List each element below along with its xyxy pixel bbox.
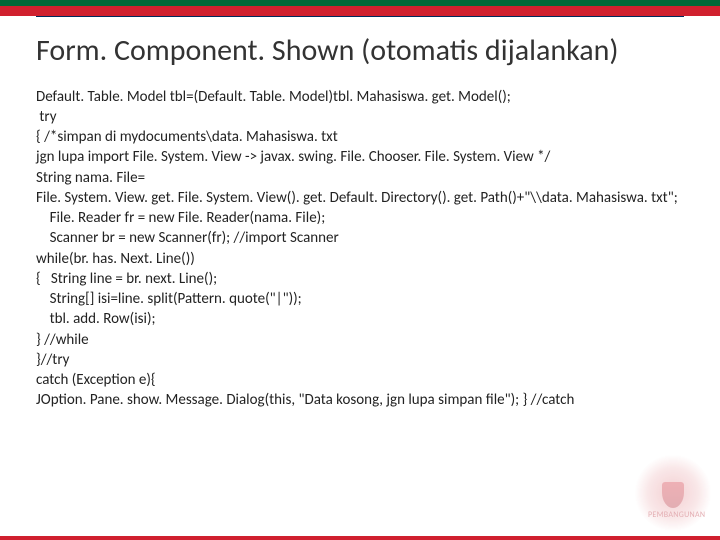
code-line: try [36, 107, 684, 127]
code-line: }//try [36, 350, 684, 370]
code-line: JOption. Pane. show. Message. Dialog(thi… [36, 390, 684, 410]
code-line: catch (Exception e){ [36, 370, 684, 390]
slide-title: Form. Component. Shown (otomatis dijalan… [36, 34, 684, 69]
watermark-label: PEMBANGUNAN [648, 510, 705, 520]
code-line: } //while [36, 330, 684, 350]
bottom-accent-bar [0, 536, 720, 540]
code-line: { String line = br. next. Line(); [36, 269, 684, 289]
university-watermark: PEMBANGUNAN [634, 454, 712, 532]
code-line: String nama. File= [36, 168, 684, 188]
code-line: File. Reader fr = new File. Reader(nama.… [36, 208, 684, 228]
code-line: File. System. View. get. File. System. V… [36, 188, 684, 208]
code-line: Scanner br = new Scanner(fr); //import S… [36, 228, 684, 248]
red-accent-bar [0, 6, 720, 16]
code-line: jgn lupa import File. System. View -> ja… [36, 147, 684, 167]
code-line: Default. Table. Model tbl=(Default. Tabl… [36, 87, 684, 107]
code-line: String[] isi=line. split(Pattern. quote(… [36, 289, 684, 309]
code-block: Default. Table. Model tbl=(Default. Tabl… [36, 87, 684, 411]
code-line: while(br. has. Next. Line()) [36, 249, 684, 269]
slide-content: Form. Component. Shown (otomatis dijalan… [0, 16, 720, 411]
code-line: { /*simpan di mydocuments\data. Mahasisw… [36, 127, 684, 147]
code-line: tbl. add. Row(isi); [36, 309, 684, 329]
